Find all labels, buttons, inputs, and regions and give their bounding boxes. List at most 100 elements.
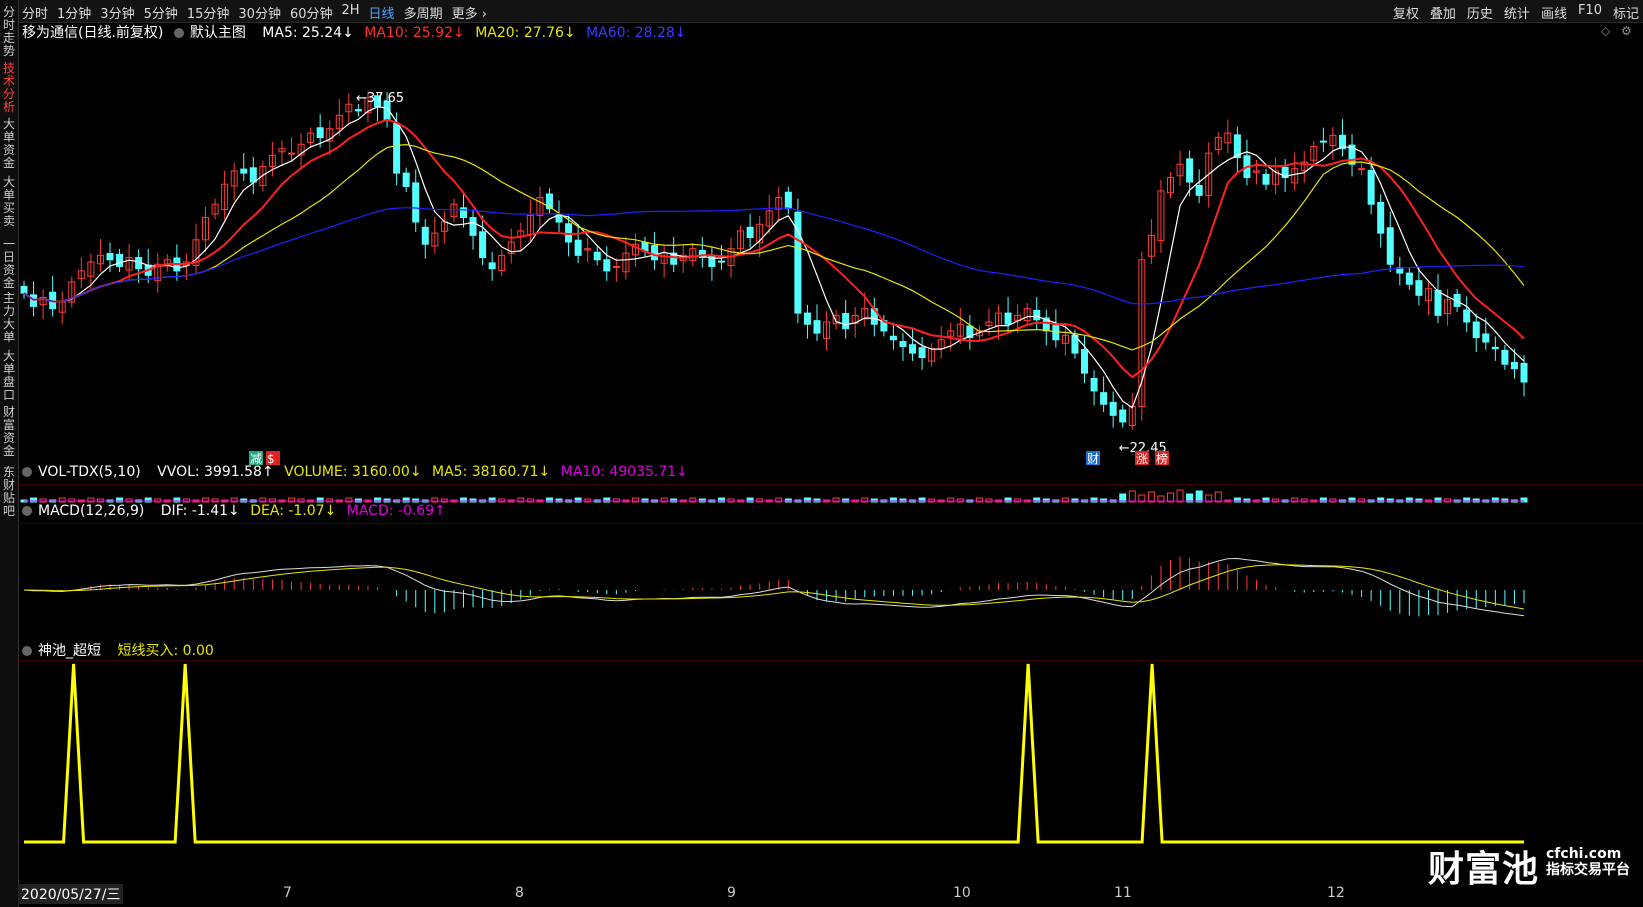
sidebar-tab-一日资金[interactable]: 一日资金 <box>0 238 18 290</box>
tool-历史[interactable]: 历史 <box>1467 3 1493 22</box>
ma60-line <box>23 207 1525 305</box>
sidebar-tab-主力大单[interactable]: 主力大单 <box>0 292 18 344</box>
candle-body <box>1510 361 1518 370</box>
period-5分钟[interactable]: 5分钟 <box>144 3 178 22</box>
ma20-line <box>23 143 1525 351</box>
candle-body <box>1405 272 1413 285</box>
event-mark: 减 <box>250 452 262 466</box>
candle-body <box>746 226 754 239</box>
candle-body <box>249 167 257 183</box>
tool-画线[interactable]: 画线 <box>1541 3 1567 22</box>
candle-body <box>899 341 907 347</box>
candle-body <box>240 168 248 174</box>
logo-caption: cfchi.com 指标交易平台 <box>1546 846 1630 878</box>
candle-body <box>116 253 124 267</box>
signal-line <box>24 663 1524 844</box>
period-分时[interactable]: 分时 <box>22 3 48 22</box>
candle-body <box>1463 309 1471 323</box>
candle-body <box>1520 362 1528 383</box>
candle-body <box>889 335 897 341</box>
period-toolbar: 分时 1分钟 3分钟 5分钟 15分钟 30分钟 60分钟 2H 日线 多周期 更多 › 复权 叠加历… <box>0 0 1643 23</box>
sidebar-tab-财富资金[interactable]: 财富资金 <box>0 406 18 458</box>
candle-body <box>402 172 410 187</box>
period-日线[interactable]: 日线 <box>369 3 395 22</box>
sidebar-tab-大单资金[interactable]: 大单资金 <box>0 118 18 170</box>
high-label: ←37.65 <box>356 91 404 106</box>
volume-bar <box>1195 490 1203 503</box>
dif-line <box>23 557 1525 617</box>
candle-body <box>1033 309 1041 321</box>
candle-body <box>1119 409 1127 423</box>
candle-body <box>1367 169 1375 205</box>
candle-body <box>1052 325 1060 341</box>
candle-body <box>1472 321 1480 339</box>
candle-body <box>354 109 362 112</box>
event-mark: 涨 <box>1136 451 1148 466</box>
candle-body <box>813 320 821 334</box>
tool-复权[interactable]: 复权 <box>1393 3 1419 22</box>
volume-bar <box>1176 489 1184 503</box>
candle-body <box>1090 377 1098 392</box>
tool-F10[interactable]: F10 <box>1578 3 1602 22</box>
candle-body <box>1386 227 1394 265</box>
period-30分钟[interactable]: 30分钟 <box>238 3 281 22</box>
sidebar-tab-技术分析[interactable]: 技术分析 <box>0 62 18 114</box>
candle-body <box>909 344 917 354</box>
candle-body <box>469 217 477 236</box>
candle-body <box>603 259 611 272</box>
logo: 财富池 cfchi.com 指标交易平台 <box>1428 840 1630 892</box>
candle-body <box>1377 201 1385 234</box>
cursor-date: 2020/05/27/三 <box>18 884 124 904</box>
candle-body <box>803 312 811 325</box>
event-mark: 财 <box>1087 452 1099 466</box>
candle-body <box>651 245 659 261</box>
candle-body <box>393 122 401 174</box>
candle-body <box>717 260 725 263</box>
candle-body <box>842 313 850 330</box>
x-axis-label: 11 <box>1114 885 1132 901</box>
tool-叠加[interactable]: 叠加 <box>1430 3 1456 22</box>
sidebar-tab-大单买卖[interactable]: 大单买卖 <box>0 176 18 228</box>
candle-body <box>1195 185 1203 196</box>
period-selector: 分时 1分钟 3分钟 5分钟 15分钟 30分钟 60分钟 2H 日线 多周期 更多 › <box>22 3 487 22</box>
period-2H[interactable]: 2H <box>342 3 360 22</box>
sidebar-tab-大单盘口[interactable]: 大单盘口 <box>0 350 18 402</box>
candle-body <box>20 285 28 294</box>
dea-line <box>23 564 1525 610</box>
candle-body <box>1004 312 1012 325</box>
tool-标记[interactable]: 标记 <box>1613 3 1639 22</box>
candle-body <box>316 127 324 139</box>
candle-body <box>288 152 296 155</box>
candle-body <box>1100 392 1108 405</box>
period-3分钟[interactable]: 3分钟 <box>100 3 134 22</box>
candle-body <box>1109 401 1117 416</box>
candle-body <box>918 347 926 359</box>
period-15分钟[interactable]: 15分钟 <box>187 3 230 22</box>
tool-统计[interactable]: 统计 <box>1504 3 1530 22</box>
candle-body <box>488 262 496 270</box>
tool-selector: 复权 叠加 历史 统计 画线 F10 标记 <box>1393 3 1639 22</box>
period-多周期[interactable]: 多周期 <box>404 3 443 22</box>
candle-body <box>1081 349 1089 374</box>
x-axis-label: 9 <box>727 885 736 901</box>
ma5-line <box>23 106 1525 409</box>
volume-bar <box>1128 490 1136 503</box>
candle-body <box>1482 333 1490 343</box>
period-60分钟[interactable]: 60分钟 <box>290 3 333 22</box>
candle-body <box>1262 173 1270 185</box>
sidebar-tab-东财贴吧[interactable]: 东财贴吧 <box>0 466 18 518</box>
x-axis-label: 12 <box>1327 885 1345 901</box>
sidebar-tab-分时走势[interactable]: 分时走势 <box>0 6 18 58</box>
candle-body <box>612 265 620 268</box>
candle-body <box>1319 140 1327 143</box>
stock-chart[interactable]: ←37.65←22.45减 $ 财涨榜 <box>18 22 1643 884</box>
candle-body <box>421 226 429 245</box>
candle-body <box>1501 349 1509 365</box>
x-axis-label: 7 <box>283 885 292 901</box>
period-更多[interactable]: 更多 › <box>452 3 487 22</box>
candle-body <box>784 191 792 210</box>
candle-body <box>1358 168 1366 171</box>
ma10-line <box>23 118 1525 379</box>
period-1分钟[interactable]: 1分钟 <box>57 3 91 22</box>
candle-body <box>1186 158 1194 183</box>
